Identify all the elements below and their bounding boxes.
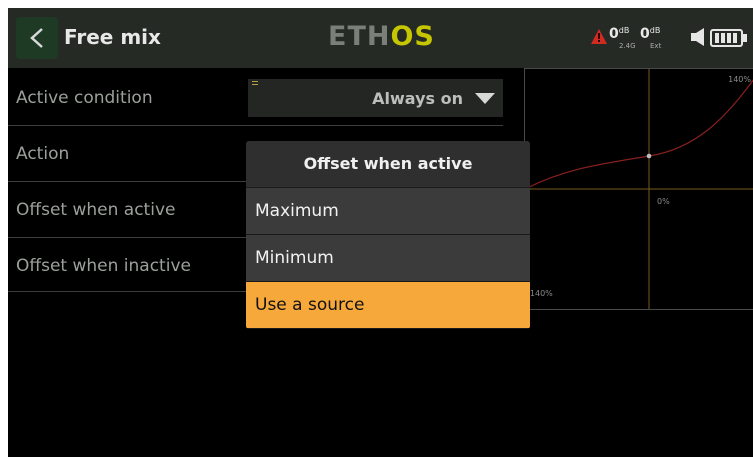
top-bar: Free mix ETHOS 0dB 2.4G 0dB Ext	[8, 8, 753, 68]
screen: Free mix ETHOS 0dB 2.4G 0dB Ext Active c…	[8, 8, 753, 457]
option-maximum[interactable]: Maximum	[246, 188, 530, 234]
row-label-action: Action	[16, 144, 70, 164]
active-condition-value: Always on	[372, 89, 463, 108]
graph-max-label: 140%	[728, 75, 751, 84]
option-use-a-source[interactable]: Use a source	[246, 282, 530, 328]
popup-title: Offset when active	[246, 141, 530, 187]
rf-ext-reading: 0dB Ext	[640, 26, 662, 50]
back-chevron-icon	[30, 28, 43, 48]
graph-center-label: 0%	[657, 197, 670, 206]
curve-graph: 140% 0% -140%	[524, 68, 753, 310]
row-label-offset-inactive: Offset when inactive	[16, 256, 191, 276]
battery-icon[interactable]	[710, 29, 748, 47]
chevron-down-icon	[475, 93, 495, 104]
option-minimum[interactable]: Minimum	[246, 235, 530, 281]
offset-popup: Offset when active Maximum Minimum Use a…	[246, 141, 530, 329]
back-button[interactable]	[16, 17, 58, 59]
active-condition-dropdown[interactable]: Always on	[248, 79, 503, 117]
warning-icon[interactable]	[590, 28, 608, 45]
drag-handle-icon	[252, 81, 258, 88]
row-label-active-condition: Active condition	[16, 88, 153, 108]
speaker-icon[interactable]	[690, 27, 706, 47]
row-divider	[8, 125, 503, 126]
row-label-offset-active: Offset when active	[16, 200, 176, 220]
graph-min-label: -140%	[527, 289, 553, 298]
rf-2g4-reading: 0dB 2.4G	[609, 26, 636, 50]
ethos-logo: ETHOS	[328, 21, 435, 52]
page-title: Free mix	[64, 25, 161, 49]
